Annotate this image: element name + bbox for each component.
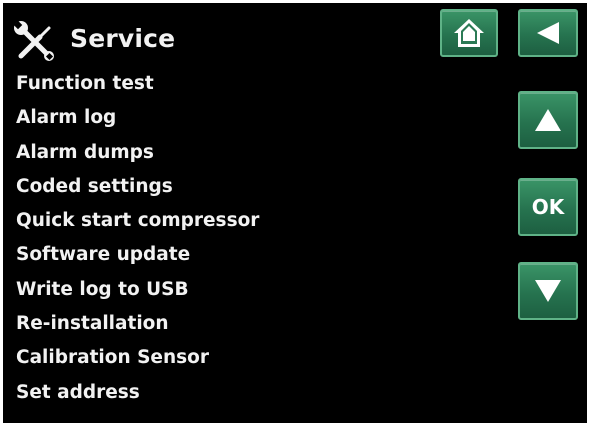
- ok-button-label: OK: [531, 195, 565, 219]
- menu-item-quick-start-compressor[interactable]: Quick start compressor: [16, 204, 259, 238]
- scroll-down-button[interactable]: [518, 262, 578, 320]
- arrow-up-icon: [535, 109, 561, 131]
- home-icon: [454, 19, 484, 47]
- menu-item-set-address[interactable]: Set address: [16, 376, 259, 410]
- ok-button[interactable]: OK: [518, 178, 578, 236]
- service-screen: Service OK Function test Alarm log Alarm…: [3, 3, 587, 423]
- menu-item-function-test[interactable]: Function test: [16, 67, 259, 101]
- menu-item-calibration-sensor[interactable]: Calibration Sensor: [16, 341, 259, 375]
- menu-item-write-log-to-usb[interactable]: Write log to USB: [16, 273, 259, 307]
- menu-item-alarm-log[interactable]: Alarm log: [16, 101, 259, 135]
- page-title: Service: [70, 24, 176, 53]
- service-menu: Function test Alarm log Alarm dumps Code…: [16, 67, 259, 410]
- menu-item-re-installation[interactable]: Re-installation: [16, 307, 259, 341]
- menu-item-coded-settings[interactable]: Coded settings: [16, 170, 259, 204]
- scroll-up-button[interactable]: [518, 91, 578, 149]
- menu-item-software-update[interactable]: Software update: [16, 238, 259, 272]
- back-button[interactable]: [518, 9, 578, 57]
- arrow-down-icon: [535, 280, 561, 302]
- tools-icon: [13, 20, 57, 64]
- home-button[interactable]: [440, 9, 498, 57]
- menu-item-alarm-dumps[interactable]: Alarm dumps: [16, 136, 259, 170]
- back-arrow-icon: [537, 22, 559, 44]
